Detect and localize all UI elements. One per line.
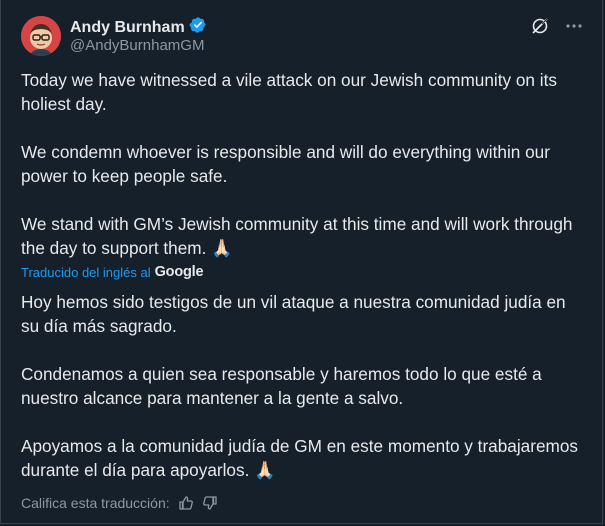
google-logo: Google [154, 264, 204, 280]
translation-attribution: Traducido del inglés al Google [21, 264, 204, 280]
translated-from-link[interactable]: Traducido del inglés al [21, 265, 151, 280]
grok-icon[interactable] [530, 16, 550, 36]
author-name[interactable]: Andy Burnham [70, 19, 185, 37]
translated-paragraph: Hoy hemos sido testigos de un vil ataque… [21, 292, 566, 336]
tweet-original-text: Today we have witnessed a vile attack on… [21, 68, 586, 260]
rate-translation: Califica esta traducción: [21, 495, 218, 511]
thumbs-down-icon[interactable] [202, 495, 218, 511]
author-handle[interactable]: @AndyBurnhamGM [70, 37, 204, 54]
tweet-translated-text: Hoy hemos sido testigos de un vil ataque… [21, 290, 586, 482]
translated-paragraph: Condenamos a quien sea responsable y har… [21, 364, 542, 408]
tweet-paragraph: Today we have witnessed a vile attack on… [21, 70, 557, 114]
thumbs-up-icon[interactable] [178, 495, 194, 511]
rate-translation-label: Califica esta traducción: [21, 495, 170, 511]
author-name-row: Andy Burnham [70, 16, 207, 39]
more-icon[interactable] [564, 16, 584, 36]
verified-badge-icon [189, 16, 207, 39]
tweet-card: Andy Burnham @AndyBurnhamGM Today we hav… [0, 0, 603, 524]
avatar[interactable] [21, 16, 61, 56]
translated-paragraph: Apoyamos a la comunidad judía de GM en e… [21, 436, 578, 480]
tweet-paragraph: We condemn whoever is responsible and wi… [21, 142, 550, 186]
tweet-actions [530, 16, 584, 36]
tweet-paragraph: We stand with GM’s Jewish community at t… [21, 214, 573, 258]
